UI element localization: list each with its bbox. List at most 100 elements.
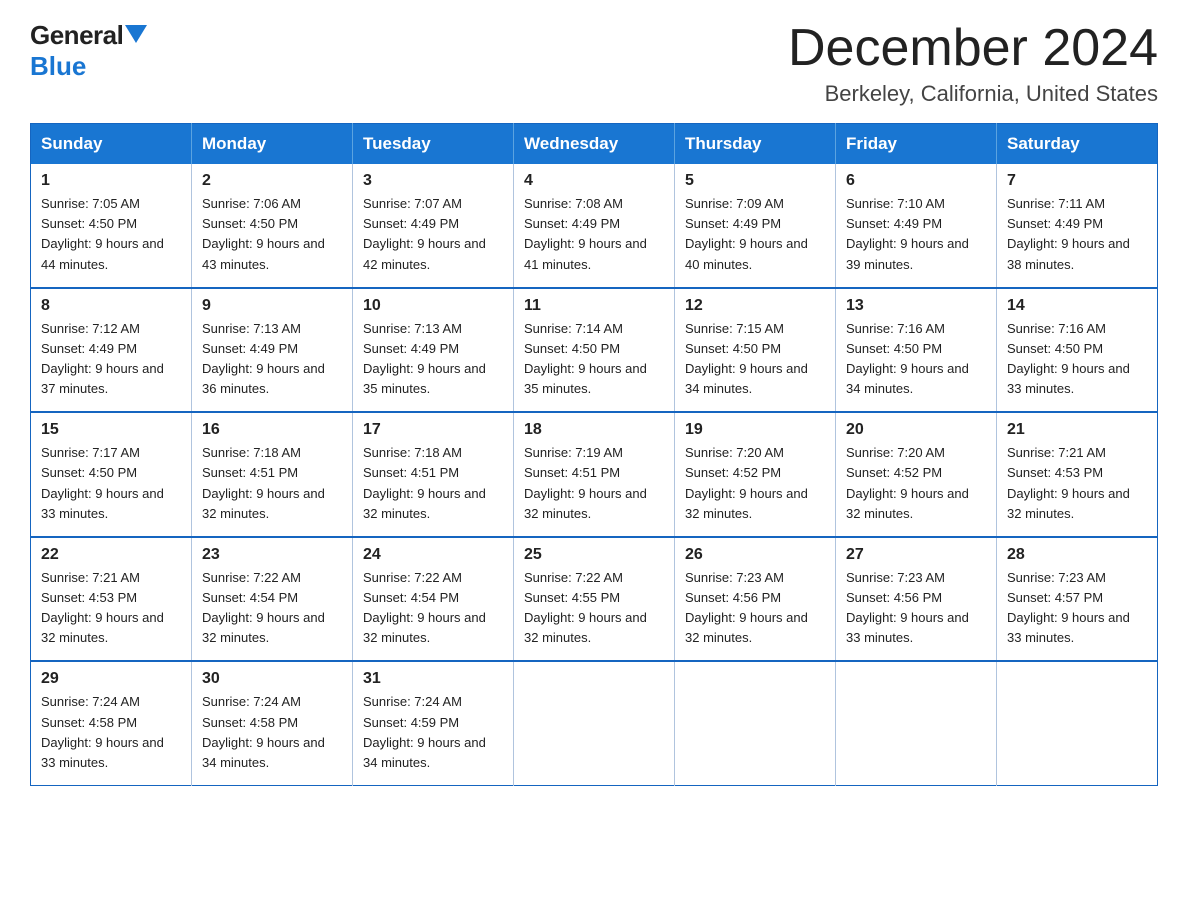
day-of-week-header: Sunday (31, 124, 192, 165)
calendar-day-cell: 17 Sunrise: 7:18 AMSunset: 4:51 PMDayligh… (353, 412, 514, 537)
day-number: 12 (685, 297, 825, 315)
day-info: Sunrise: 7:22 AMSunset: 4:54 PMDaylight:… (363, 568, 503, 649)
day-number: 18 (524, 421, 664, 439)
day-info: Sunrise: 7:06 AMSunset: 4:50 PMDaylight:… (202, 194, 342, 275)
calendar-day-cell: 27Sunrise: 7:23 AMSunset: 4:56 PMDayligh… (836, 537, 997, 662)
calendar-day-cell: 1 Sunrise: 7:05 AMSunset: 4:50 PMDaylight… (31, 164, 192, 288)
day-number: 11 (524, 297, 664, 315)
calendar-week-row: 1 Sunrise: 7:05 AMSunset: 4:50 PMDaylight… (31, 164, 1158, 288)
day-number: 14 (1007, 297, 1147, 315)
calendar-day-cell: 22 Sunrise: 7:21 AMSunset: 4:53 PMDayligh… (31, 537, 192, 662)
day-number: 6 (846, 172, 986, 190)
calendar-day-cell: 12 Sunrise: 7:15 AMSunset: 4:50 PMDayligh… (675, 288, 836, 413)
calendar-day-cell: 24 Sunrise: 7:22 AMSunset: 4:54 PMDayligh… (353, 537, 514, 662)
calendar-day-cell: 7Sunrise: 7:11 AMSunset: 4:49 PMDaylight… (997, 164, 1158, 288)
calendar-day-cell: 20 Sunrise: 7:20 AMSunset: 4:52 PMDayligh… (836, 412, 997, 537)
day-info: Sunrise: 7:20 AMSunset: 4:52 PMDaylight:… (685, 443, 825, 524)
calendar-day-cell: 18 Sunrise: 7:19 AMSunset: 4:51 PMDayligh… (514, 412, 675, 537)
calendar-day-cell (997, 661, 1158, 785)
day-of-week-header: Thursday (675, 124, 836, 165)
calendar-day-cell: 29 Sunrise: 7:24 AMSunset: 4:58 PMDayligh… (31, 661, 192, 785)
day-number: 17 (363, 421, 503, 439)
calendar-day-cell: 15Sunrise: 7:17 AMSunset: 4:50 PMDayligh… (31, 412, 192, 537)
calendar-day-cell: 26Sunrise: 7:23 AMSunset: 4:56 PMDayligh… (675, 537, 836, 662)
calendar-day-cell: 6 Sunrise: 7:10 AMSunset: 4:49 PMDaylight… (836, 164, 997, 288)
calendar-week-row: 8 Sunrise: 7:12 AMSunset: 4:49 PMDaylight… (31, 288, 1158, 413)
day-info: Sunrise: 7:18 AMSunset: 4:51 PMDaylight:… (202, 443, 342, 524)
calendar-day-cell (514, 661, 675, 785)
day-number: 26 (685, 546, 825, 564)
day-number: 22 (41, 546, 181, 564)
day-number: 24 (363, 546, 503, 564)
logo-general-text: General (30, 20, 123, 51)
day-info: Sunrise: 7:20 AMSunset: 4:52 PMDaylight:… (846, 443, 986, 524)
day-number: 1 (41, 172, 181, 190)
calendar-day-cell: 13 Sunrise: 7:16 AMSunset: 4:50 PMDayligh… (836, 288, 997, 413)
day-info: Sunrise: 7:24 AMSunset: 4:58 PMDaylight:… (202, 692, 342, 773)
day-of-week-header: Tuesday (353, 124, 514, 165)
calendar-day-cell: 31Sunrise: 7:24 AMSunset: 4:59 PMDayligh… (353, 661, 514, 785)
day-info: Sunrise: 7:08 AMSunset: 4:49 PMDaylight:… (524, 194, 664, 275)
day-number: 19 (685, 421, 825, 439)
day-number: 30 (202, 670, 342, 688)
calendar-day-cell: 10Sunrise: 7:13 AMSunset: 4:49 PMDayligh… (353, 288, 514, 413)
day-info: Sunrise: 7:07 AMSunset: 4:49 PMDaylight:… (363, 194, 503, 275)
day-info: Sunrise: 7:05 AMSunset: 4:50 PMDaylight:… (41, 194, 181, 275)
day-number: 16 (202, 421, 342, 439)
calendar-day-cell (675, 661, 836, 785)
day-info: Sunrise: 7:21 AMSunset: 4:53 PMDaylight:… (1007, 443, 1147, 524)
calendar-day-cell: 11Sunrise: 7:14 AMSunset: 4:50 PMDayligh… (514, 288, 675, 413)
day-number: 9 (202, 297, 342, 315)
day-number: 23 (202, 546, 342, 564)
day-of-week-header: Saturday (997, 124, 1158, 165)
logo-blue-text: Blue (30, 51, 86, 81)
day-number: 15 (41, 421, 181, 439)
calendar-header-row: SundayMondayTuesdayWednesdayThursdayFrid… (31, 124, 1158, 165)
calendar-day-cell: 23 Sunrise: 7:22 AMSunset: 4:54 PMDayligh… (192, 537, 353, 662)
day-info: Sunrise: 7:16 AMSunset: 4:50 PMDaylight:… (1007, 319, 1147, 400)
day-info: Sunrise: 7:16 AMSunset: 4:50 PMDaylight:… (846, 319, 986, 400)
calendar-day-cell: 28Sunrise: 7:23 AMSunset: 4:57 PMDayligh… (997, 537, 1158, 662)
day-info: Sunrise: 7:24 AMSunset: 4:58 PMDaylight:… (41, 692, 181, 773)
title-block: December 2024 Berkeley, California, Unit… (788, 20, 1158, 107)
day-number: 20 (846, 421, 986, 439)
day-info: Sunrise: 7:21 AMSunset: 4:53 PMDaylight:… (41, 568, 181, 649)
calendar-day-cell: 19 Sunrise: 7:20 AMSunset: 4:52 PMDayligh… (675, 412, 836, 537)
logo-triangle-icon (125, 23, 147, 49)
day-info: Sunrise: 7:23 AMSunset: 4:57 PMDaylight:… (1007, 568, 1147, 649)
day-info: Sunrise: 7:09 AMSunset: 4:49 PMDaylight:… (685, 194, 825, 275)
day-info: Sunrise: 7:19 AMSunset: 4:51 PMDaylight:… (524, 443, 664, 524)
calendar-week-row: 15Sunrise: 7:17 AMSunset: 4:50 PMDayligh… (31, 412, 1158, 537)
day-number: 29 (41, 670, 181, 688)
day-number: 10 (363, 297, 503, 315)
calendar-week-row: 22 Sunrise: 7:21 AMSunset: 4:53 PMDayligh… (31, 537, 1158, 662)
day-number: 27 (846, 546, 986, 564)
day-info: Sunrise: 7:18 AMSunset: 4:51 PMDaylight:… (363, 443, 503, 524)
calendar-day-cell: 30 Sunrise: 7:24 AMSunset: 4:58 PMDayligh… (192, 661, 353, 785)
day-number: 3 (363, 172, 503, 190)
day-number: 2 (202, 172, 342, 190)
day-of-week-header: Wednesday (514, 124, 675, 165)
day-number: 7 (1007, 172, 1147, 190)
calendar-day-cell: 5Sunrise: 7:09 AMSunset: 4:49 PMDaylight… (675, 164, 836, 288)
day-info: Sunrise: 7:22 AMSunset: 4:54 PMDaylight:… (202, 568, 342, 649)
calendar-day-cell: 2 Sunrise: 7:06 AMSunset: 4:50 PMDaylight… (192, 164, 353, 288)
day-number: 8 (41, 297, 181, 315)
calendar-day-cell: 21Sunrise: 7:21 AMSunset: 4:53 PMDayligh… (997, 412, 1158, 537)
day-info: Sunrise: 7:12 AMSunset: 4:49 PMDaylight:… (41, 319, 181, 400)
day-number: 13 (846, 297, 986, 315)
day-info: Sunrise: 7:15 AMSunset: 4:50 PMDaylight:… (685, 319, 825, 400)
calendar-day-cell: 16 Sunrise: 7:18 AMSunset: 4:51 PMDayligh… (192, 412, 353, 537)
day-info: Sunrise: 7:13 AMSunset: 4:49 PMDaylight:… (202, 319, 342, 400)
day-number: 25 (524, 546, 664, 564)
calendar-day-cell: 8 Sunrise: 7:12 AMSunset: 4:49 PMDaylight… (31, 288, 192, 413)
day-of-week-header: Friday (836, 124, 997, 165)
logo: General Blue (30, 20, 147, 82)
calendar-day-cell: 4Sunrise: 7:08 AMSunset: 4:49 PMDaylight… (514, 164, 675, 288)
day-info: Sunrise: 7:24 AMSunset: 4:59 PMDaylight:… (363, 692, 503, 773)
day-info: Sunrise: 7:22 AMSunset: 4:55 PMDaylight:… (524, 568, 664, 649)
day-info: Sunrise: 7:10 AMSunset: 4:49 PMDaylight:… (846, 194, 986, 275)
calendar-table: SundayMondayTuesdayWednesdayThursdayFrid… (30, 123, 1158, 786)
location-text: Berkeley, California, United States (788, 81, 1158, 107)
calendar-week-row: 29 Sunrise: 7:24 AMSunset: 4:58 PMDayligh… (31, 661, 1158, 785)
